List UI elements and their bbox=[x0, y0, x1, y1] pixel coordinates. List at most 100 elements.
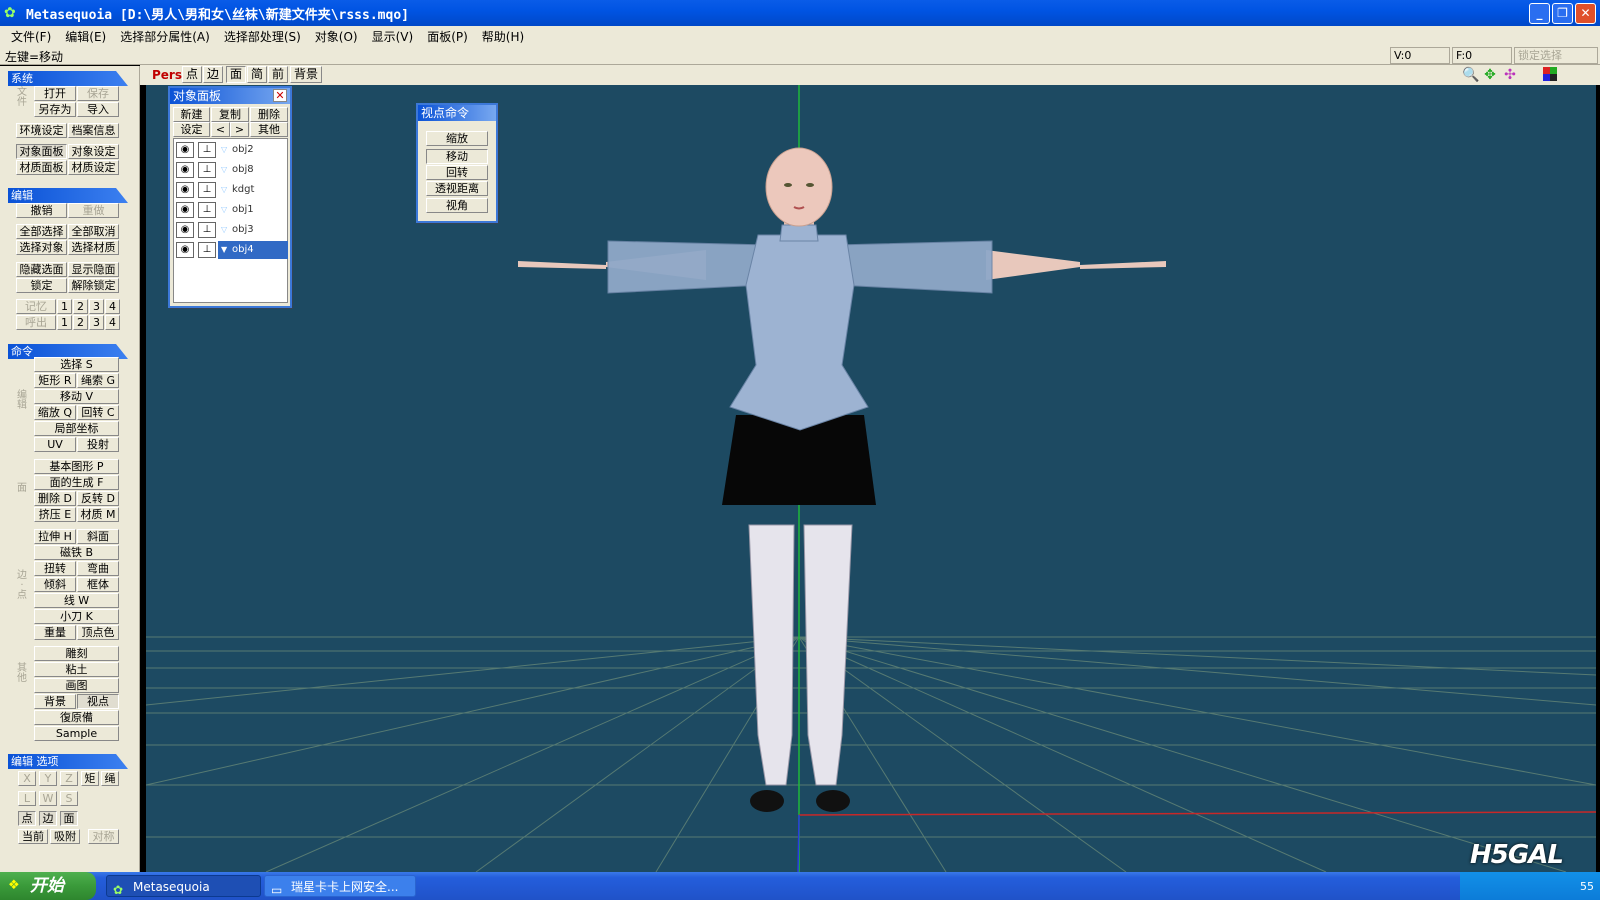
select-material-button[interactable]: 选择材质 bbox=[68, 240, 119, 255]
list-item[interactable]: ◉ ⊥ ▼ obj4 bbox=[174, 241, 288, 259]
task-metasequoia[interactable]: ✿ Metasequoia bbox=[106, 875, 261, 897]
view-front-toggle[interactable]: 前 bbox=[268, 66, 288, 83]
flip-button[interactable]: 反转 D bbox=[77, 491, 119, 506]
axis-z-toggle[interactable]: Z bbox=[60, 771, 78, 786]
axis-x-toggle[interactable]: X bbox=[18, 771, 36, 786]
menu-panel[interactable]: 面板(P) bbox=[420, 28, 475, 45]
object-name[interactable]: ▽ obj3 bbox=[218, 221, 288, 239]
sample-button[interactable]: Sample bbox=[34, 726, 119, 741]
perspective-distance-button[interactable]: 透视距离 bbox=[426, 181, 488, 196]
material-tool-button[interactable]: 材质 M bbox=[77, 507, 119, 522]
perspective-label[interactable]: Pers bbox=[152, 68, 182, 82]
import-button[interactable]: 导入 bbox=[77, 102, 119, 117]
deselect-all-button[interactable]: 全部取消 bbox=[68, 224, 119, 239]
view-face-toggle[interactable]: 面 bbox=[226, 66, 246, 83]
save-button[interactable]: 保存 bbox=[77, 86, 119, 101]
menu-view[interactable]: 显示(V) bbox=[365, 28, 421, 45]
menu-object[interactable]: 对象(O) bbox=[308, 28, 365, 45]
object-settings-button[interactable]: 设定 bbox=[173, 122, 210, 137]
menu-help[interactable]: 帮助(H) bbox=[475, 28, 531, 45]
memory-3-button[interactable]: 3 bbox=[89, 299, 104, 314]
projection-button[interactable]: 投射 bbox=[77, 437, 119, 452]
local-option-toggle[interactable]: L bbox=[18, 791, 36, 806]
eye-icon[interactable]: ◉ bbox=[176, 242, 194, 258]
eye-icon[interactable]: ◉ bbox=[176, 182, 194, 198]
sculpt-button[interactable]: 雕刻 bbox=[34, 646, 119, 661]
select-tool-button[interactable]: 选择 S bbox=[34, 357, 119, 372]
eye-icon[interactable]: ◉ bbox=[176, 202, 194, 218]
lock-icon[interactable]: ⊥ bbox=[198, 202, 216, 218]
hide-selected-button[interactable]: 隐藏选面 bbox=[16, 262, 67, 277]
zoom-button[interactable]: 缩放 bbox=[426, 131, 488, 146]
vertex-color-button[interactable]: 顶点色 bbox=[77, 625, 119, 640]
restore-button[interactable]: 復原備 bbox=[34, 710, 119, 725]
line-tool-button[interactable]: 线 W bbox=[34, 593, 119, 608]
rect-option-toggle[interactable]: 矩 bbox=[81, 771, 99, 786]
axis-y-toggle[interactable]: Y bbox=[39, 771, 57, 786]
undo-button[interactable]: 撤销 bbox=[16, 203, 67, 218]
close-button[interactable]: ✕ bbox=[1575, 3, 1596, 24]
zoom-view-icon[interactable]: 🔍 bbox=[1462, 67, 1479, 83]
memory-1-button[interactable]: 1 bbox=[57, 299, 72, 314]
eye-icon[interactable]: ◉ bbox=[176, 162, 194, 178]
background-button[interactable]: 背景 bbox=[34, 694, 76, 709]
recall-2-button[interactable]: 2 bbox=[73, 315, 88, 330]
unlock-button[interactable]: 解除锁定 bbox=[68, 278, 119, 293]
move-view-icon[interactable]: ✥ bbox=[1482, 67, 1498, 83]
extrude-button[interactable]: 挤压 E bbox=[34, 507, 76, 522]
material-panel-button[interactable]: 材质面板 bbox=[16, 160, 67, 175]
twist-button[interactable]: 扭转 bbox=[34, 561, 76, 576]
scale-tool-button[interactable]: 缩放 Q bbox=[34, 405, 76, 420]
redo-button[interactable]: 重做 bbox=[68, 203, 119, 218]
minimize-button[interactable]: _ bbox=[1529, 3, 1550, 24]
point-option-toggle[interactable]: 点 bbox=[18, 811, 36, 826]
environment-button[interactable]: 环境设定 bbox=[16, 123, 67, 138]
view-simple-toggle[interactable]: 简 bbox=[247, 66, 267, 83]
recall-3-button[interactable]: 3 bbox=[89, 315, 104, 330]
memory-2-button[interactable]: 2 bbox=[73, 299, 88, 314]
lock-icon[interactable]: ⊥ bbox=[198, 222, 216, 238]
maximize-button[interactable]: ❐ bbox=[1552, 3, 1573, 24]
3d-viewport[interactable] bbox=[146, 85, 1596, 872]
object-panel-button[interactable]: 对象面板 bbox=[16, 144, 67, 159]
object-other-button[interactable]: 其他 bbox=[250, 122, 288, 137]
knife-button[interactable]: 小刀 K bbox=[34, 609, 119, 624]
paint-button[interactable]: 画图 bbox=[34, 678, 119, 693]
rotate-tool-button[interactable]: 回转 C bbox=[77, 405, 119, 420]
menu-file[interactable]: 文件(F) bbox=[4, 28, 58, 45]
menu-select-attr[interactable]: 选择部分属性(A) bbox=[113, 28, 217, 45]
material-settings-button[interactable]: 材质设定 bbox=[68, 160, 119, 175]
primitive-button[interactable]: 基本图形 P bbox=[34, 459, 119, 474]
clay-button[interactable]: 粘土 bbox=[34, 662, 119, 677]
menu-select-process[interactable]: 选择部处理(S) bbox=[217, 28, 308, 45]
world-option-toggle[interactable]: W bbox=[39, 791, 57, 806]
lock-icon[interactable]: ⊥ bbox=[198, 182, 216, 198]
bend-button[interactable]: 弯曲 bbox=[77, 561, 119, 576]
move-view-button[interactable]: 移动 bbox=[426, 149, 488, 164]
menu-edit[interactable]: 编辑(E) bbox=[58, 28, 113, 45]
open-button[interactable]: 打开 bbox=[34, 86, 76, 101]
view-edge-toggle[interactable]: 边 bbox=[203, 66, 223, 83]
bevel-button[interactable]: 斜面 bbox=[77, 529, 119, 544]
task-rising[interactable]: ▭ 瑞星卡卡上网安全... bbox=[264, 875, 416, 897]
snap-option-button[interactable]: 吸附 bbox=[50, 829, 80, 844]
view-point-toggle[interactable]: 点 bbox=[182, 66, 202, 83]
rotate-view-icon[interactable]: ✣ bbox=[1502, 67, 1518, 83]
save-as-button[interactable]: 另存为 bbox=[34, 102, 76, 117]
lasso-button[interactable]: 绳索 G bbox=[77, 373, 119, 388]
list-item[interactable]: ◉ ⊥ ▽ obj1 bbox=[174, 201, 287, 219]
memory-button[interactable]: 记忆 bbox=[16, 299, 56, 314]
object-name[interactable]: ▽ obj8 bbox=[218, 161, 288, 179]
list-item[interactable]: ◉ ⊥ ▽ obj8 bbox=[174, 161, 287, 179]
object-name[interactable]: ▽ obj1 bbox=[218, 201, 288, 219]
object-next-button[interactable]: > bbox=[230, 122, 249, 137]
object-name[interactable]: ▽ obj2 bbox=[218, 141, 288, 159]
object-name[interactable]: ▽ kdgt bbox=[218, 181, 288, 199]
list-item[interactable]: ◉ ⊥ ▽ obj2 bbox=[174, 141, 287, 159]
start-button[interactable]: ❖ 开始 bbox=[0, 872, 96, 900]
lock-button[interactable]: 锁定 bbox=[16, 278, 67, 293]
edge-option-toggle[interactable]: 边 bbox=[39, 811, 57, 826]
list-item[interactable]: ◉ ⊥ ▽ obj3 bbox=[174, 221, 287, 239]
stretch-button[interactable]: 拉伸 H bbox=[34, 529, 76, 544]
local-coords-button[interactable]: 局部坐标 bbox=[34, 421, 119, 436]
